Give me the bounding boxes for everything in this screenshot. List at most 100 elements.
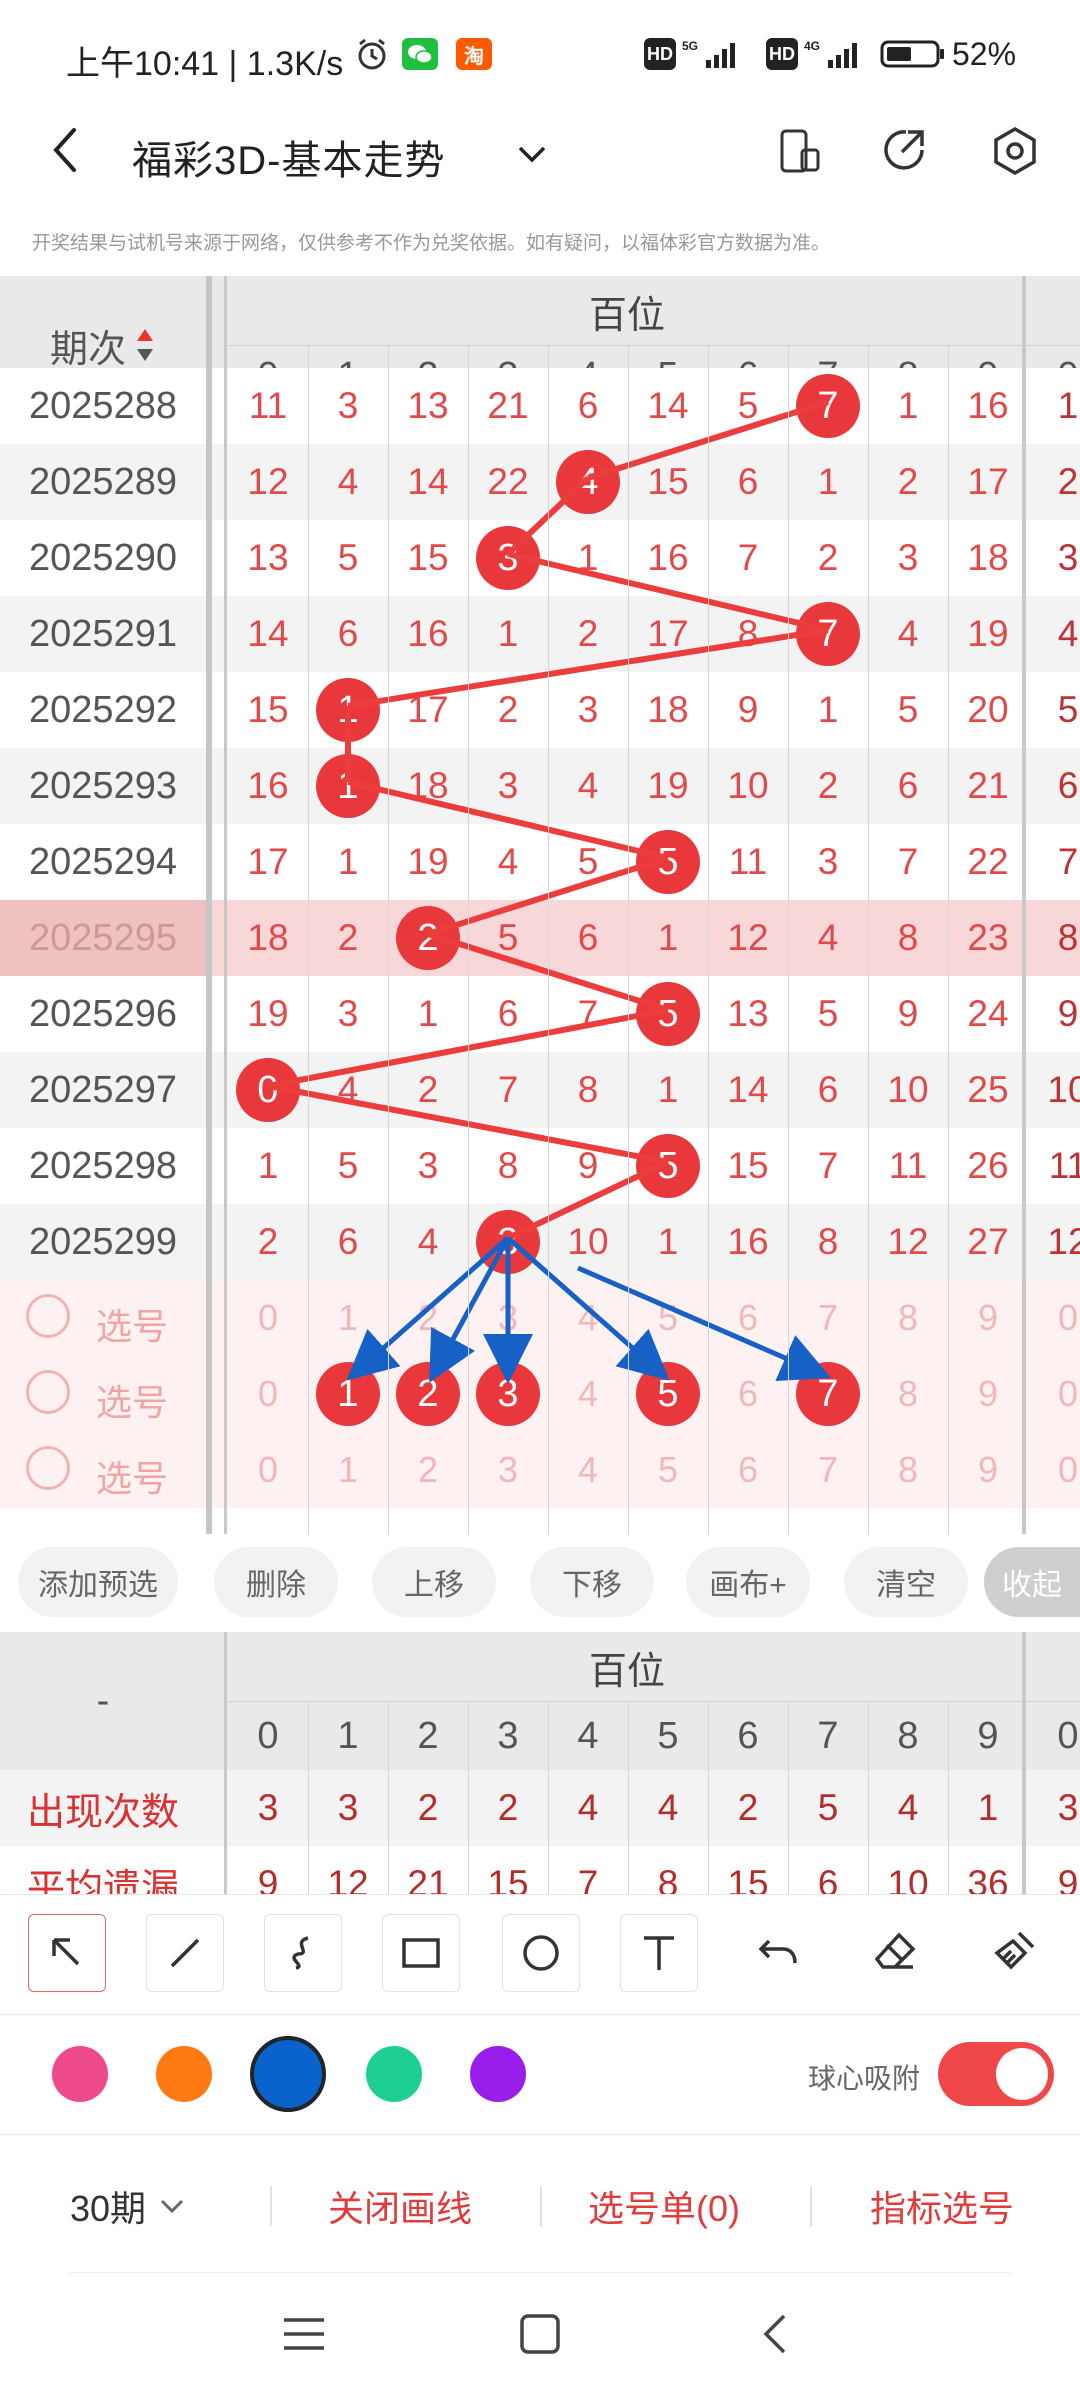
delete-button[interactable]: 删除 (214, 1547, 338, 1617)
grid-line (468, 346, 469, 1534)
column-separator (224, 1632, 227, 1894)
drawn-arrow[interactable] (506, 1236, 670, 1381)
share-icon[interactable] (878, 124, 932, 178)
move-down-button[interactable]: 下移 (530, 1547, 654, 1617)
digit-header-cell: 0 (1057, 1714, 1079, 1757)
stats-cell: 8 (657, 1863, 679, 1894)
ball-snap-toggle[interactable] (938, 2042, 1054, 2106)
nav-back-icon[interactable] (752, 2310, 800, 2358)
trend-line (507, 551, 829, 633)
status-time: 上午10:41 | 1.3K/s (66, 45, 344, 83)
alarm-icon (354, 38, 390, 70)
digit-header-cell: 4 (577, 1714, 599, 1757)
taobao-icon: 淘 (456, 38, 492, 70)
grid-line (868, 346, 869, 1534)
digit-header-cell: 5 (657, 1714, 679, 1757)
text-icon[interactable] (620, 1914, 698, 1992)
digit-header-cell: 9 (977, 1714, 999, 1757)
digit-header-cell: 1 (337, 1714, 359, 1757)
line-icon[interactable] (146, 1914, 224, 1992)
stats-cell: 3 (1057, 1787, 1079, 1828)
grid-line (788, 346, 789, 1534)
circle-icon[interactable] (502, 1914, 580, 1992)
color-swatch[interactable] (52, 2046, 108, 2102)
collapse-button[interactable]: 收起 (984, 1547, 1080, 1617)
move-up-button[interactable]: 上移 (372, 1547, 496, 1617)
trend-line (347, 779, 669, 861)
color-swatch[interactable] (366, 2046, 422, 2102)
hd-icon: HD (766, 38, 798, 70)
battery-level: 52% (952, 36, 1017, 72)
stats-cell: 4 (657, 1787, 679, 1828)
grid-line (628, 346, 629, 1534)
grid-line (308, 346, 309, 1534)
grid-line (228, 345, 1080, 346)
stats-cell: 36 (967, 1863, 1009, 1894)
digit-header-cell: 7 (817, 1714, 839, 1757)
color-swatch[interactable] (250, 2036, 326, 2112)
digit-header-cell: 8 (897, 1714, 919, 1757)
ball-snap-label: 球心吸附 (808, 2063, 921, 2094)
stats-cell: 15 (487, 1863, 529, 1894)
settings-icon[interactable] (988, 124, 1042, 178)
back-icon[interactable] (42, 122, 92, 178)
period-selector[interactable]: 30期 (70, 2180, 190, 2232)
divider (540, 2186, 542, 2226)
canvas-plus-button[interactable]: 画布+ (686, 1547, 810, 1617)
column-separator (1022, 276, 1026, 1534)
stats-row-label: 出现次数 (26, 1791, 179, 1834)
stats-cell: 1 (977, 1787, 999, 1828)
trend-line (347, 627, 829, 709)
pick-list-button[interactable]: 选号单(0) (588, 2180, 740, 2232)
grid-line (708, 346, 709, 1534)
eraser-icon[interactable] (858, 1914, 934, 1990)
stats-row-label: 平均遗漏 (26, 1867, 179, 1895)
drawn-arrow[interactable] (429, 1236, 511, 1383)
stats-cell: 2 (417, 1787, 439, 1828)
clear-button[interactable]: 清空 (844, 1547, 968, 1617)
portrait-icon[interactable] (774, 126, 824, 176)
trend-grid: 期次 百位 01234567890 2025288113132161457116… (0, 276, 1080, 1534)
period-count: 30期 (70, 2188, 147, 2229)
signal-4g-icon: 4G (804, 38, 866, 70)
undo-icon[interactable] (740, 1914, 816, 1990)
color-swatch[interactable] (156, 2046, 212, 2102)
divider (0, 2014, 1080, 2015)
drawn-arrow[interactable] (577, 1265, 832, 1381)
hd-icon: HD (644, 38, 676, 70)
divider (70, 2272, 1010, 2273)
indicator-pick-button[interactable]: 指标选号 (870, 2180, 1014, 2232)
add-preselect-button[interactable]: 添加预选 (18, 1547, 178, 1617)
svg-text:4G: 4G (804, 39, 820, 53)
stats-table: - 百位 0 1 2 3 4 5 6 7 8 9 0 出现次数 3 3 2 2 4 4 2 5 4 1 3 平均遗漏 9 12 21 15… (0, 1632, 1080, 1894)
pointer-icon[interactable] (28, 1914, 106, 1992)
digit-header-cell: 3 (497, 1714, 519, 1757)
battery-icon (880, 38, 946, 70)
close-lines-button[interactable]: 关闭画线 (328, 2180, 472, 2232)
stats-cell: 10 (887, 1863, 929, 1894)
grid-line (388, 346, 389, 1534)
clear-brush-icon[interactable] (976, 1914, 1052, 1990)
stats-cell: 12 (327, 1863, 369, 1894)
stats-dash: - (96, 1679, 110, 1722)
digit-header-cell: 2 (417, 1714, 439, 1757)
stats-cell: 4 (897, 1787, 919, 1828)
drawn-arrow[interactable] (346, 1236, 510, 1381)
home-icon[interactable] (516, 2310, 564, 2358)
stats-cell: 15 (727, 1863, 769, 1894)
stats-cell: 9 (1057, 1863, 1079, 1894)
stats-cell: 5 (817, 1787, 839, 1828)
rectangle-icon[interactable] (382, 1914, 460, 1992)
divider (810, 2186, 812, 2226)
signal-5g-icon: 5G (682, 38, 744, 70)
stats-cell: 3 (257, 1787, 279, 1828)
page-title[interactable]: 福彩3D-基本走势 (132, 128, 445, 186)
stats-cell: 4 (577, 1787, 599, 1828)
column-separator (224, 276, 227, 1534)
menu-icon[interactable] (280, 2310, 328, 2358)
chevron-down-icon[interactable] (512, 134, 552, 174)
curve-icon[interactable] (264, 1914, 342, 1992)
stats-cell: 21 (407, 1863, 449, 1894)
color-swatch[interactable] (470, 2046, 526, 2102)
grid-line (948, 346, 949, 1534)
